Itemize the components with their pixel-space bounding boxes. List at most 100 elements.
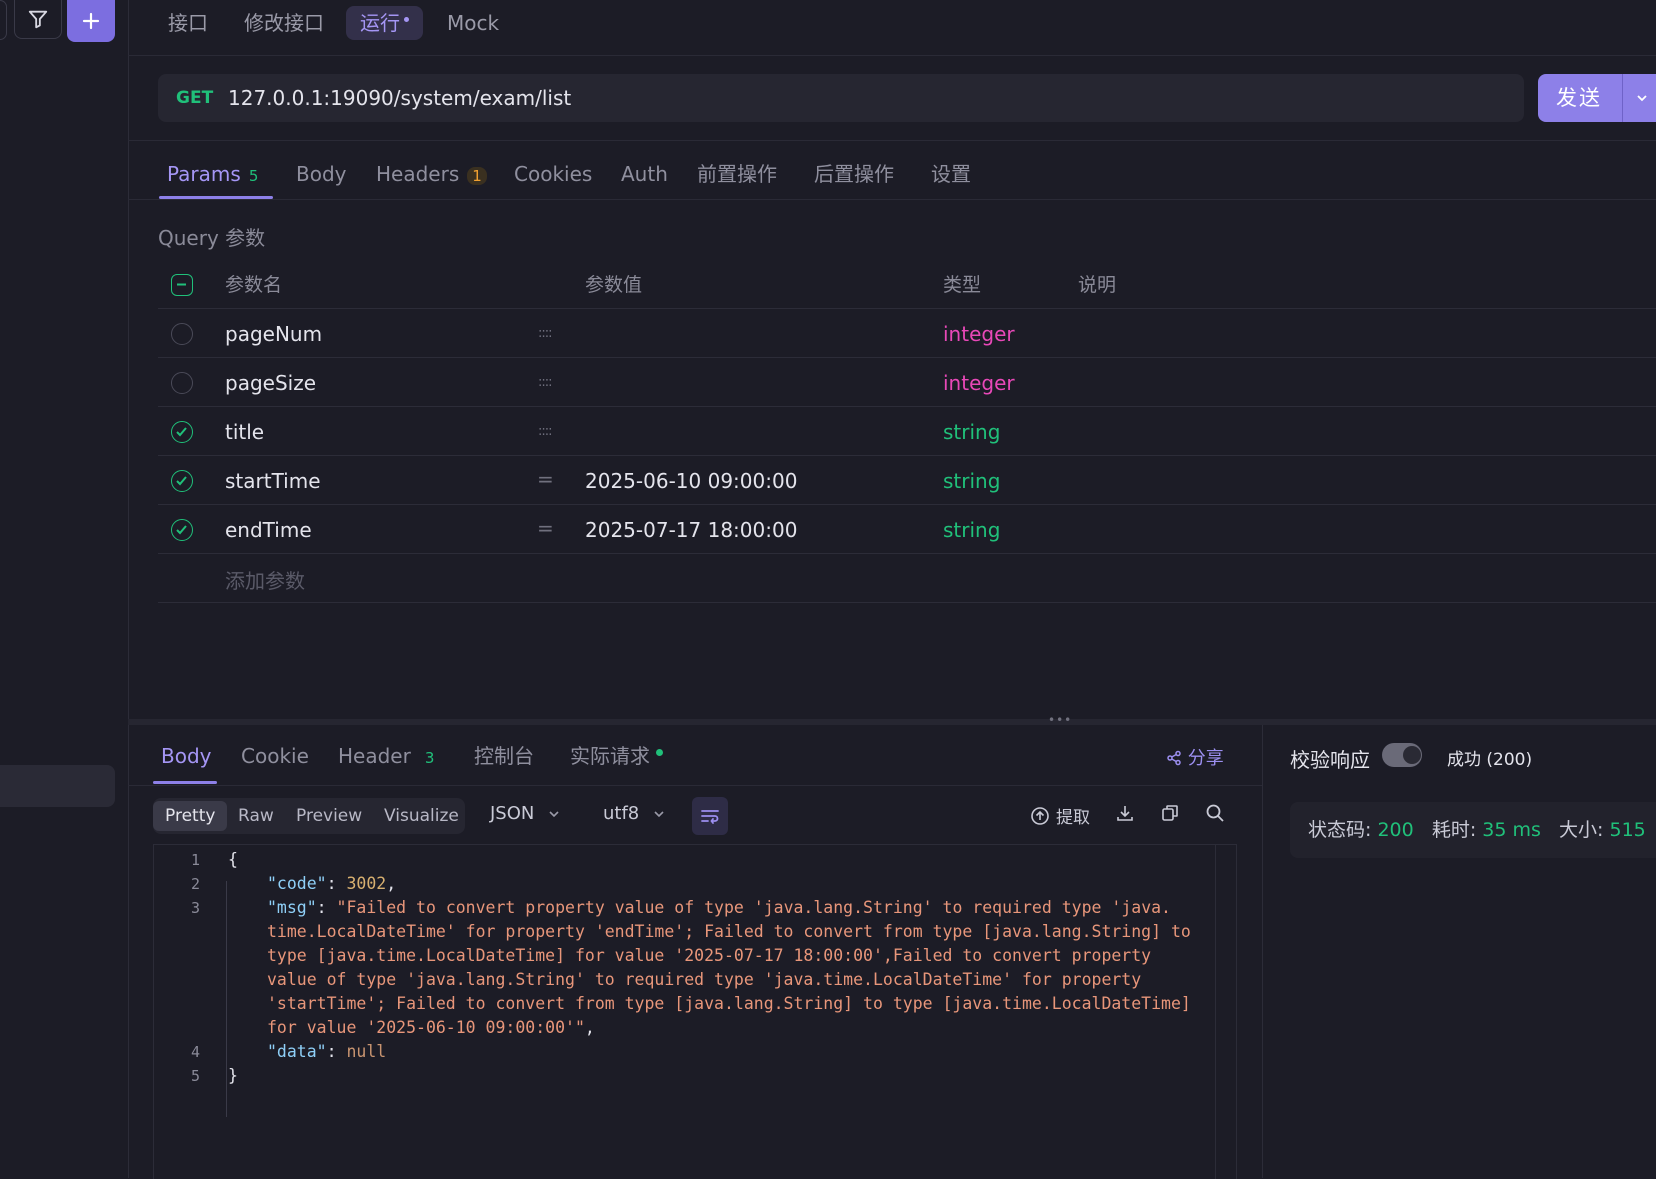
divider — [128, 140, 1656, 141]
panel-splitter[interactable] — [128, 719, 1656, 725]
select-all-checkbox[interactable] — [171, 274, 193, 296]
code-line: value of type 'java.lang.String' to requ… — [267, 970, 1142, 989]
response-tab-console[interactable]: 控制台 — [474, 742, 534, 770]
tab-cookies[interactable]: Cookies — [514, 155, 592, 197]
code-line: "data": null — [267, 1042, 387, 1061]
verify-response-label: 校验响应 — [1290, 748, 1370, 772]
download-button[interactable] — [1115, 803, 1135, 823]
url-bar[interactable]: GET 127.0.0.1:19090/system/exam/list — [158, 74, 1524, 122]
response-tab-body[interactable]: Body — [161, 742, 212, 770]
row-divider — [158, 308, 1656, 309]
param-type[interactable]: integer — [943, 322, 1015, 346]
status-code-value: 200 — [1377, 819, 1414, 841]
share-icon — [1167, 750, 1181, 766]
tab-post-actions[interactable]: 后置操作 — [814, 155, 894, 197]
tab-interface[interactable]: 接口 — [154, 6, 222, 40]
headers-count-badge: 1 — [467, 167, 487, 185]
format-select[interactable]: JSON — [490, 803, 560, 824]
toggle-knob — [1403, 746, 1421, 764]
code-line: time.LocalDateTime' for property 'endTim… — [267, 922, 1191, 941]
response-tab-cookie[interactable]: Cookie — [241, 742, 309, 770]
search-icon — [1206, 804, 1224, 822]
status-summary: 成功 (200) — [1447, 750, 1533, 770]
send-button[interactable]: 发送 — [1538, 74, 1656, 122]
drag-handle-icon[interactable]: :::: — [538, 326, 552, 341]
col-name: 参数名 — [225, 274, 283, 296]
param-type[interactable]: integer — [943, 371, 1015, 395]
header-count-badge: 3 — [424, 749, 435, 767]
drag-handle-icon[interactable]: :::: — [538, 424, 552, 439]
encoding-select[interactable]: utf8 — [603, 803, 665, 824]
tab-run[interactable]: 运行 — [346, 6, 423, 40]
line-number: 4 — [190, 1043, 200, 1061]
indent-guide — [226, 881, 227, 1117]
row-checkbox[interactable] — [171, 421, 193, 443]
code-line: 'startTime'; Failed to convert from type… — [267, 994, 1191, 1013]
row-checkbox[interactable] — [171, 372, 193, 394]
send-split — [1622, 74, 1623, 122]
drag-handle-icon[interactable]: :::: — [538, 375, 552, 390]
response-editor[interactable]: 1 2 3 4 5 { "code": 3002, "msg": "Failed… — [153, 844, 1237, 1179]
param-value[interactable]: 2025-06-10 09:00:00 — [585, 469, 797, 493]
row-divider — [158, 455, 1656, 456]
url-input[interactable]: 127.0.0.1:19090/system/exam/list — [228, 74, 571, 122]
plus-icon — [82, 12, 100, 30]
row-checkbox[interactable] — [171, 470, 193, 492]
share-button[interactable]: 分享 — [1166, 744, 1224, 770]
tab-settings[interactable]: 设置 — [931, 155, 971, 197]
param-name[interactable]: pageNum — [225, 322, 322, 346]
extract-button[interactable]: 提取 — [1030, 803, 1090, 828]
tab-headers[interactable]: Headers 1 — [376, 155, 487, 197]
http-method[interactable]: GET — [176, 74, 213, 122]
code-line: "msg": "Failed to convert property value… — [267, 898, 1171, 917]
row-checkbox[interactable] — [171, 519, 193, 541]
word-wrap-icon — [701, 810, 719, 824]
copy-icon — [1162, 805, 1178, 821]
view-visualize[interactable]: Visualize — [372, 801, 471, 831]
param-type[interactable]: string — [943, 469, 1000, 493]
tab-mock[interactable]: Mock — [433, 6, 513, 40]
stats-text: 状态码: 200 耗时: 35 ms 大小: 515 — [1308, 819, 1646, 841]
time-value: 35 ms — [1482, 819, 1541, 841]
verify-response-toggle[interactable] — [1382, 743, 1422, 767]
param-name[interactable]: startTime — [225, 469, 321, 493]
add-param-input[interactable]: 添加参数 — [225, 565, 305, 594]
sidebar-selected-item[interactable] — [0, 765, 115, 807]
line-number: 3 — [190, 899, 200, 917]
tab-pre-actions[interactable]: 前置操作 — [697, 155, 777, 197]
chevron-down-icon — [654, 811, 664, 818]
search-button[interactable] — [1205, 803, 1225, 823]
copy-button[interactable] — [1160, 803, 1180, 823]
chevron-down-icon[interactable] — [1636, 92, 1648, 104]
row-divider — [158, 406, 1656, 407]
row-divider — [158, 553, 1656, 554]
param-name[interactable]: pageSize — [225, 371, 316, 395]
query-section-label: Query 参数 — [158, 226, 266, 250]
view-raw[interactable]: Raw — [226, 801, 286, 831]
row-checkbox[interactable] — [171, 323, 193, 345]
response-tab-header[interactable]: Header 3 — [338, 742, 434, 772]
tab-edit-interface[interactable]: 修改接口 — [230, 6, 338, 40]
splitter-handle-icon[interactable]: ••• — [1048, 713, 1072, 727]
param-name[interactable]: endTime — [225, 518, 312, 542]
editor-scrollbar-track[interactable] — [1215, 845, 1216, 1179]
tab-params[interactable]: Params 5 — [167, 155, 258, 197]
tab-body[interactable]: Body — [296, 155, 347, 197]
status-dot — [656, 749, 663, 756]
add-button[interactable] — [67, 0, 115, 42]
param-value[interactable]: 2025-07-17 18:00:00 — [585, 518, 797, 542]
line-number: 2 — [190, 875, 200, 893]
word-wrap-button[interactable] — [692, 797, 728, 835]
col-type: 类型 — [943, 274, 982, 296]
param-type[interactable]: string — [943, 518, 1000, 542]
chevron-down-icon — [549, 811, 559, 818]
tab-auth[interactable]: Auth — [621, 155, 668, 197]
view-pretty[interactable]: Pretty — [153, 801, 228, 831]
response-tab-actual-request[interactable]: 实际请求 — [570, 742, 663, 770]
param-type[interactable]: string — [943, 420, 1000, 444]
sidebar — [0, 0, 129, 1178]
sidebar-collapsed-box[interactable] — [0, 0, 7, 40]
filter-button[interactable] — [14, 0, 62, 39]
param-name[interactable]: title — [225, 420, 264, 444]
view-preview[interactable]: Preview — [284, 801, 374, 831]
